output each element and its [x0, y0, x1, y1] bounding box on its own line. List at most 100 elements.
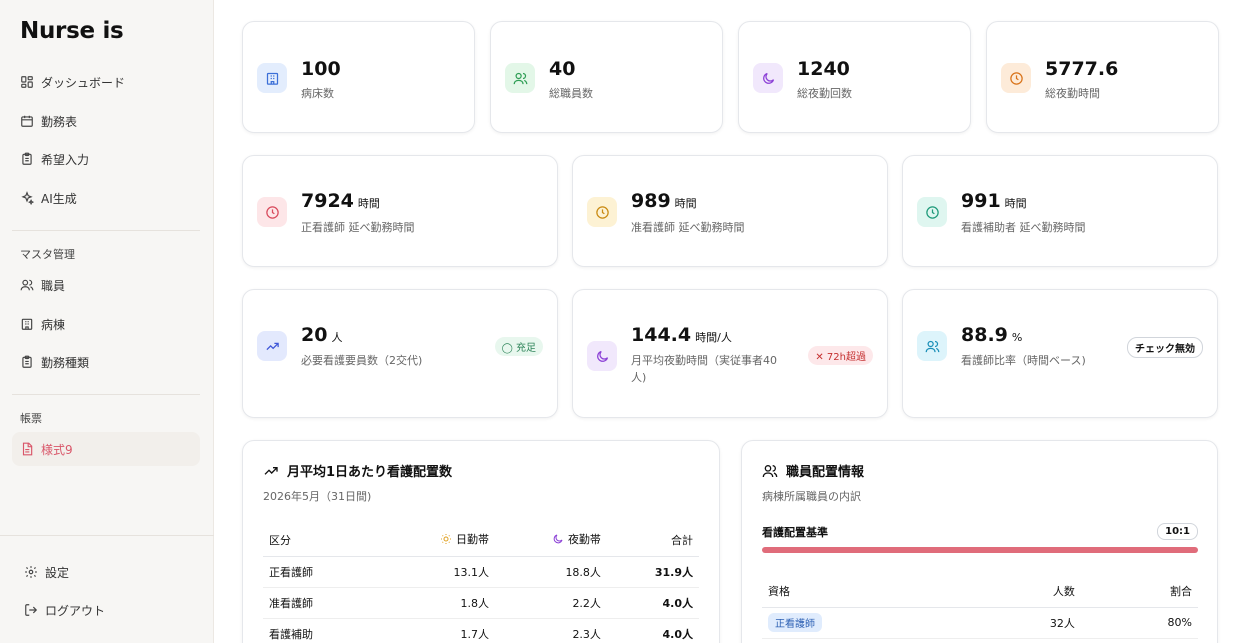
main-content: 100 病床数 40 総職員数 1240 総夜勤回数 5777.6 総夜勤時間 …	[214, 0, 1246, 643]
stat-value: 989 時間	[631, 190, 697, 212]
divider	[12, 394, 200, 395]
divider	[12, 230, 200, 231]
column-header: 夜勤帯	[494, 524, 607, 557]
staff-panel: 職員配置情報 病棟所属職員の内訳 看護配置基準 10:1 資格 人数 割合 正看…	[741, 440, 1218, 643]
stat-label: 総夜勤回数	[797, 87, 852, 100]
standard-row: 看護配置基準 10:1	[762, 523, 1198, 540]
divider	[0, 535, 214, 536]
column-header: 日勤帯	[383, 524, 495, 557]
gear-icon	[24, 565, 38, 579]
stat-label: 看護補助者 延べ勤務時間	[961, 221, 1086, 234]
column-header: 資格	[762, 575, 962, 608]
sidebar-item-label: 勤務表	[41, 114, 78, 129]
column-header: 割合	[1080, 575, 1198, 608]
sidebar-item-ai[interactable]: AI生成	[12, 181, 200, 215]
stat-card-lpn-hours: 989 時間 准看護師 延べ勤務時間	[572, 155, 888, 267]
qualification-pill: 正看護師	[768, 613, 822, 632]
clock-icon	[587, 197, 617, 227]
stat-card-required-staff: 20 人 必要看護要員数（2交代) ◯ 充足	[242, 289, 558, 418]
stat-card-night-hours: 5777.6 総夜勤時間	[986, 21, 1219, 133]
sidebar-item-label: 様式9	[41, 442, 73, 457]
sidebar-item-requests[interactable]: 希望入力	[12, 142, 200, 176]
panel-subtitle: 2026年5月（31日間)	[263, 490, 372, 503]
stat-label: 月平均夜勤時間（実従事者40	[631, 354, 777, 367]
standard-badge: 10:1	[1157, 523, 1198, 540]
panel-subtitle: 病棟所属職員の内訳	[762, 490, 861, 503]
stat-label: 准看護師 延べ勤務時間	[631, 221, 745, 234]
sidebar-item-label: 希望入力	[41, 152, 90, 167]
document-icon	[20, 442, 34, 456]
clock-icon	[1001, 63, 1031, 93]
trend-up-icon	[264, 466, 278, 475]
calendar-icon	[20, 114, 34, 128]
app-logo[interactable]: Nurse is	[20, 18, 124, 44]
stat-value: 5777.6	[1045, 58, 1119, 80]
stat-card-avg-night: 144.4 時間/人 月平均夜勤時間（実従事者40 人) ✕ 72h超過	[572, 289, 888, 418]
sidebar-item-dashboard[interactable]: ダッシュボード	[12, 65, 200, 99]
stat-label: 看護師比率（時間ベース)	[961, 354, 1086, 367]
moon-icon	[587, 341, 617, 371]
sidebar-item-settings[interactable]: 設定	[16, 555, 204, 589]
stat-card-staff: 40 総職員数	[490, 21, 723, 133]
table-row: 正看護師 32人 80%	[762, 607, 1198, 639]
stat-card-nurse-ratio: 88.9% 看護師比率（時間ベース) チェック無効	[902, 289, 1218, 418]
table-row: 看護補助 1.7人 2.3人 4.0人	[263, 618, 699, 643]
stat-label: 人)	[631, 371, 647, 384]
stat-label: 総夜勤時間	[1045, 87, 1100, 100]
status-badge: チェック無効	[1127, 337, 1203, 358]
table-row: 准看護師 1.8人 2.2人 4.0人	[263, 587, 699, 619]
stat-value: 20 人	[301, 324, 343, 346]
stat-card-rn-hours: 7924 時間 正看護師 延べ勤務時間	[242, 155, 558, 267]
stat-label: 総職員数	[549, 87, 593, 100]
users-icon	[505, 63, 535, 93]
users-icon	[917, 331, 947, 361]
stat-value: 88.9%	[961, 324, 1023, 346]
stat-card-beds: 100 病床数	[242, 21, 475, 133]
sidebar-item-wards[interactable]: 病棟	[12, 307, 200, 341]
moon-icon	[553, 534, 563, 544]
stat-label: 必要看護要員数（2交代)	[301, 354, 423, 367]
stat-value: 1240	[797, 58, 850, 80]
section-label-master: マスタ管理	[20, 248, 75, 261]
sidebar-item-staff[interactable]: 職員	[12, 268, 200, 302]
users-icon	[20, 278, 34, 292]
stat-card-night-count: 1240 総夜勤回数	[738, 21, 971, 133]
sidebar-item-label: ダッシュボード	[41, 75, 126, 90]
stat-value: 40	[549, 58, 576, 80]
column-header: 合計	[606, 524, 699, 557]
stat-label: 正看護師 延べ勤務時間	[301, 221, 415, 234]
sidebar-item-label: 設定	[45, 565, 70, 580]
table-header-row: 区分 日勤帯 夜勤帯 合計	[263, 524, 699, 557]
sun-icon	[440, 534, 451, 545]
panel-title: 職員配置情報	[762, 461, 864, 480]
placement-table: 区分 日勤帯 夜勤帯 合計 正看護師 13.1人 18.8人 31.9人 准看護師 1.…	[263, 524, 699, 643]
clock-icon	[257, 197, 287, 227]
stat-value: 7924 時間	[301, 190, 380, 212]
status-badge: ✕ 72h超過	[808, 346, 873, 365]
building-icon	[20, 317, 34, 331]
sparkles-icon	[20, 191, 34, 205]
sidebar-item-schedule[interactable]: 勤務表	[12, 104, 200, 138]
column-header: 人数	[962, 575, 1081, 608]
sidebar-item-label: ログアウト	[45, 603, 106, 618]
sidebar-item-form9[interactable]: 様式9	[12, 432, 200, 466]
dashboard-icon	[20, 75, 34, 89]
sidebar-item-label: AI生成	[41, 191, 77, 206]
placement-panel: 月平均1日あたり看護配置数 2026年5月（31日間) 区分 日勤帯 夜勤帯 合…	[242, 440, 720, 643]
clipboard-icon	[20, 355, 34, 369]
sidebar-item-logout[interactable]: ログアウト	[16, 593, 204, 627]
sidebar-item-shift-types[interactable]: 勤務種類	[12, 345, 200, 379]
standard-label: 看護配置基準	[762, 525, 828, 539]
stat-value: 991 時間	[961, 190, 1027, 212]
column-header: 区分	[263, 524, 383, 557]
sidebar: Nurse is ダッシュボード 勤務表 希望入力 AI生成 マスタ管理 職員 …	[0, 0, 214, 643]
standard-progress-bar	[762, 547, 1198, 553]
stat-value: 144.4 時間/人	[631, 324, 732, 346]
sidebar-item-label: 勤務種類	[41, 355, 90, 370]
moon-icon	[753, 63, 783, 93]
stat-label: 病床数	[301, 87, 334, 100]
building-icon	[257, 63, 287, 93]
clock-icon	[917, 197, 947, 227]
logout-icon	[24, 603, 38, 617]
table-row: 正看護師 13.1人 18.8人 31.9人	[263, 556, 699, 588]
